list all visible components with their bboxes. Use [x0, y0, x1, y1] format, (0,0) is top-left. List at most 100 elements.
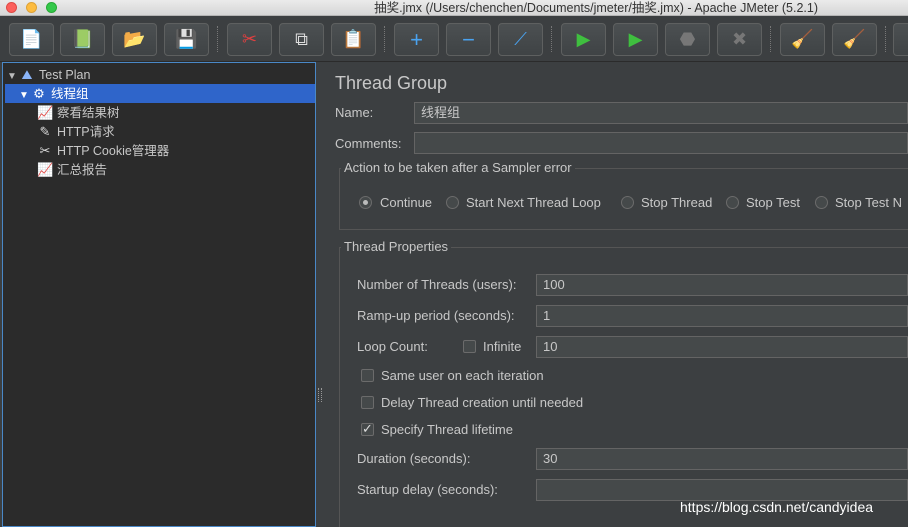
listener-icon: 📈	[37, 162, 54, 177]
tree-item-summary-report[interactable]: 📈 汇总报告	[37, 160, 107, 179]
radio-stop-thread[interactable]	[621, 196, 634, 209]
thread-group-panel: Thread Group Name: 线程组 Comments: Action …	[324, 62, 908, 527]
window-titlebar: 抽奖.jmx (/Users/chenchen/Documents/jmeter…	[0, 0, 908, 16]
toolbar-separator	[885, 26, 886, 52]
duration-input[interactable]: 30	[536, 448, 908, 470]
new-icon: 📄	[20, 29, 43, 49]
rampup-label: Ramp-up period (seconds):	[357, 308, 515, 323]
loop-count-label: Loop Count:	[357, 339, 428, 354]
radio-stop-test-now-label[interactable]: Stop Test N	[835, 195, 902, 210]
window-title: 抽奖.jmx (/Users/chenchen/Documents/jmeter…	[374, 1, 818, 15]
templates-button[interactable]: 📗	[60, 23, 105, 56]
toolbar-separator	[384, 26, 385, 52]
specify-lifetime-checkbox[interactable]	[361, 421, 374, 437]
test-plan-tree[interactable]: ▼ ⛰ Test Plan ▼ ⚙ 线程组 📈 察看结果树 ✎ HTTP请求 ✂ HTTP C…	[2, 62, 316, 527]
start-button[interactable]: ▶	[561, 23, 606, 56]
templates-icon: 📗	[71, 29, 94, 49]
radio-stop-test-label[interactable]: Stop Test	[746, 195, 800, 210]
loop-count-input[interactable]: 10	[536, 336, 908, 358]
same-user-label[interactable]: Same user on each iteration	[381, 368, 544, 383]
startup-delay-label: Startup delay (seconds):	[357, 482, 498, 497]
copy-icon: ⧉	[295, 29, 308, 49]
collapse-icon: −	[462, 26, 475, 52]
shutdown-button[interactable]: ✖	[717, 23, 762, 56]
collapse-all-button[interactable]: −	[446, 23, 491, 56]
save-icon: 💾	[175, 29, 198, 49]
tree-item-thread-group[interactable]: ▼ ⚙ 线程组	[5, 84, 315, 103]
open-icon: 📂	[123, 29, 146, 49]
config-tools-icon: ✂	[39, 143, 51, 158]
rampup-input[interactable]: 1	[536, 305, 908, 327]
tree-item-label: Test Plan	[39, 68, 91, 82]
main-toolbar: 📄 📗 📂 💾 ✂ ⧉ 📋 + − ⟋ ▶ ▶ ⬣ ✖ 🧹 🧹	[0, 16, 908, 62]
clear-all-button[interactable]: 🧹	[832, 23, 877, 56]
stop-icon: ⬣	[679, 29, 696, 49]
tree-item-test-plan[interactable]: ▼ ⛰ Test Plan	[7, 65, 90, 84]
name-input[interactable]: 线程组	[414, 102, 908, 124]
startup-delay-input[interactable]	[536, 479, 908, 501]
comments-input[interactable]	[414, 132, 908, 154]
watermark: https://blog.csdn.net/candyidea	[680, 499, 874, 515]
infinite-label[interactable]: Infinite	[483, 339, 521, 354]
clear-icon: 🧹	[791, 29, 814, 49]
radio-stop-test[interactable]	[726, 196, 739, 209]
same-user-checkbox[interactable]	[361, 369, 374, 382]
duration-label: Duration (seconds):	[357, 451, 471, 466]
tree-item-label: 线程组	[51, 87, 89, 101]
toolbar-overflow-button[interactable]	[893, 23, 908, 56]
sampler-pen-icon: ✎	[39, 124, 51, 139]
delay-thread-label[interactable]: Delay Thread creation until needed	[381, 395, 583, 410]
tree-item-label: 汇总报告	[57, 163, 108, 177]
threads-label: Number of Threads (users):	[357, 277, 517, 292]
specify-lifetime-label[interactable]: Specify Thread lifetime	[381, 422, 513, 437]
page-title: Thread Group	[335, 73, 448, 93]
name-label: Name:	[335, 105, 374, 120]
infinite-checkbox[interactable]	[463, 340, 476, 353]
thread-properties-title: Thread Properties	[341, 239, 452, 254]
toolbar-separator	[770, 26, 771, 52]
test-plan-icon: ⛰	[21, 67, 33, 82]
tree-item-label: HTTP Cookie管理器	[57, 144, 170, 158]
new-button[interactable]: 📄	[9, 23, 54, 56]
copy-button[interactable]: ⧉	[279, 23, 324, 56]
save-button[interactable]: 💾	[164, 23, 209, 56]
collapse-arrow-icon[interactable]: ▼	[19, 86, 31, 105]
tree-item-view-results-tree[interactable]: 📈 察看结果树	[37, 103, 120, 122]
toolbar-separator	[217, 26, 218, 52]
threads-input[interactable]: 100	[536, 274, 908, 296]
delay-thread-checkbox[interactable]	[361, 396, 374, 409]
radio-continue[interactable]	[359, 196, 372, 209]
panel-splitter[interactable]	[316, 62, 324, 527]
radio-stop-thread-label[interactable]: Stop Thread	[641, 195, 712, 210]
tree-item-label: 察看结果树	[57, 106, 120, 120]
radio-start-next-loop[interactable]	[446, 196, 459, 209]
tree-item-label: HTTP请求	[57, 125, 115, 139]
radio-continue-label[interactable]: Continue	[380, 195, 432, 210]
start-no-pauses-button[interactable]: ▶	[613, 23, 658, 56]
cut-icon: ✂	[241, 29, 258, 49]
shutdown-icon: ✖	[731, 29, 748, 49]
listener-icon: 📈	[37, 105, 54, 120]
toolbar-separator	[551, 26, 552, 52]
splitter-grip-icon[interactable]	[318, 388, 322, 402]
thread-group-gear-icon: ⚙	[33, 86, 45, 101]
stop-button[interactable]: ⬣	[665, 23, 710, 56]
clear-all-icon: 🧹	[843, 29, 866, 49]
start-no-pause-icon: ▶	[628, 29, 643, 49]
start-icon: ▶	[576, 29, 591, 49]
expand-all-button[interactable]: +	[394, 23, 439, 56]
cut-button[interactable]: ✂	[227, 23, 272, 56]
expand-icon: +	[410, 26, 423, 52]
toggle-button[interactable]: ⟋	[498, 23, 543, 56]
paste-icon: 📋	[342, 29, 365, 49]
toggle-icon: ⟋	[514, 29, 527, 49]
sampler-error-title: Action to be taken after a Sampler error	[341, 160, 575, 175]
open-button[interactable]: 📂	[112, 23, 157, 56]
tree-item-http-request[interactable]: ✎ HTTP请求	[37, 122, 115, 141]
clear-button[interactable]: 🧹	[780, 23, 825, 56]
comments-label: Comments:	[335, 136, 402, 151]
paste-button[interactable]: 📋	[331, 23, 376, 56]
radio-stop-test-now[interactable]	[815, 196, 828, 209]
radio-start-next-loop-label[interactable]: Start Next Thread Loop	[466, 195, 601, 210]
tree-item-cookie-manager[interactable]: ✂ HTTP Cookie管理器	[37, 141, 170, 160]
